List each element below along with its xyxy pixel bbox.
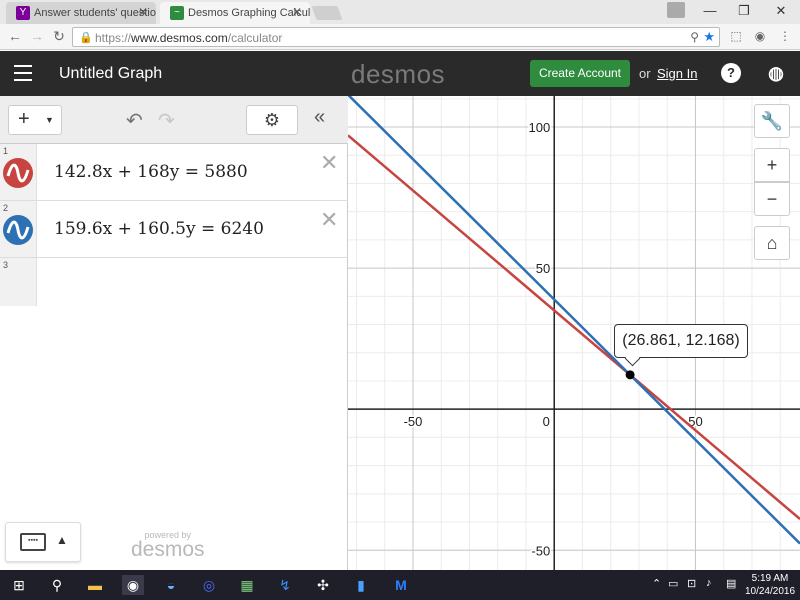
expression-index: 2 — [3, 203, 9, 213]
app-icon-1[interactable]: ◒ — [160, 575, 182, 595]
delete-expression-icon[interactable]: ✕ — [320, 150, 338, 176]
yahoo-answers-icon: Y — [16, 6, 30, 20]
collapse-panel-icon[interactable]: « — [314, 106, 325, 129]
add-item-button[interactable]: + ▼ — [8, 105, 62, 135]
browser-tab-answers[interactable]: Y Answer students' questio ✕ — [6, 2, 156, 24]
expression-row-1[interactable]: 1 142.8x + 168y = 5880 ✕ — [0, 144, 348, 201]
expression-gutter: 3 — [0, 258, 37, 306]
redo-icon[interactable]: ↷ — [158, 108, 175, 133]
browser-tab-desmos[interactable]: ~ Desmos Graphing Calcul ✕ — [160, 2, 310, 24]
or-text: or — [639, 66, 651, 81]
search-icon[interactable]: ⚲ — [46, 575, 68, 595]
extension-eye-icon[interactable]: ◉ — [752, 29, 768, 45]
app-icon-6[interactable]: ▮ — [350, 575, 372, 595]
app-icon-2[interactable]: ◎ — [198, 575, 220, 595]
expression-gutter: 1 — [0, 144, 37, 200]
home-icon[interactable]: ⌂ — [754, 226, 790, 260]
browser-toolbar: ← → ↻ 🔒 https://www.desmos.com/calculato… — [0, 24, 800, 50]
desmos-logo: desmos — [351, 59, 446, 89]
graph-toggle-icon[interactable] — [3, 215, 33, 245]
restore-icon[interactable]: ❐ — [727, 0, 761, 22]
graph-toggle-icon[interactable] — [3, 158, 33, 188]
expression-index: 1 — [3, 146, 9, 156]
chrome-icon[interactable]: ◉ — [122, 575, 144, 595]
sign-in-link[interactable]: Sign In — [657, 66, 697, 81]
url-host: www.desmos.com — [131, 31, 228, 45]
expression-index: 3 — [3, 260, 9, 270]
close-tab-icon[interactable]: ✕ — [292, 5, 302, 19]
help-icon[interactable]: ? — [721, 63, 741, 83]
x-tick-label: 0 — [543, 414, 550, 429]
desmos-icon: ~ — [170, 6, 184, 20]
file-explorer-icon[interactable]: ▬ — [84, 575, 106, 595]
expression-latex[interactable]: 142.8x + 168y = 5880 — [54, 162, 248, 182]
expression-row-3[interactable]: 3 — [0, 258, 348, 306]
undo-icon[interactable]: ↶ — [126, 108, 143, 133]
windows-taskbar: ⊞ ⚲ ▬ ◉ ◒ ◎ ▦ ↯ ✣ ▮ M ⌃ ▭ ⊡ ♪ ▤ 5:19 AM … — [0, 570, 800, 600]
url-scheme: https:// — [95, 31, 132, 45]
url-path: /calculator — [227, 31, 283, 45]
windows-start-icon[interactable]: ⊞ — [8, 575, 30, 595]
settings-gear-icon[interactable]: ⚙ — [246, 105, 298, 135]
globe-icon[interactable]: ◍ — [766, 63, 786, 83]
hamburger-menu-icon[interactable] — [14, 65, 32, 81]
desmos-header: Untitled Graph desmos Create Account or … — [0, 51, 800, 96]
y-tick-label: 50 — [536, 261, 550, 276]
close-tab-icon[interactable]: ✕ — [138, 5, 148, 19]
taskbar-clock[interactable]: 5:19 AM 10/24/2016 — [744, 572, 796, 598]
zoom-in-button[interactable]: + — [754, 148, 790, 182]
tray-notification-icon[interactable]: ▤ — [726, 577, 736, 590]
powered-by-desmos[interactable]: powered by desmos — [131, 530, 205, 562]
minimize-icon[interactable]: — — [693, 0, 727, 22]
close-window-icon[interactable]: ✕ — [764, 0, 798, 22]
zoom-icon[interactable]: ⚲ — [690, 30, 699, 44]
y-tick-label: 100 — [529, 120, 551, 135]
new-tab-button[interactable] — [311, 6, 343, 20]
zoom-out-button[interactable]: − — [754, 182, 790, 216]
bookmark-star-icon[interactable]: ★ — [703, 29, 715, 45]
clock-date: 10/24/2016 — [744, 586, 796, 597]
intersection-point — [625, 370, 635, 380]
expression-latex[interactable]: 159.6x + 160.5y = 6240 — [54, 219, 264, 239]
tray-battery-icon[interactable]: ▭ — [668, 577, 678, 590]
forward-arrow-icon[interactable]: → — [28, 28, 46, 44]
graph-title[interactable]: Untitled Graph — [59, 65, 162, 83]
caret-down-icon: ▼ — [45, 115, 54, 125]
delete-expression-icon[interactable]: ✕ — [320, 207, 338, 233]
expression-toolbar: + ▼ ↶ ↷ ⚙ « — [0, 96, 348, 144]
lock-icon: 🔒 — [79, 32, 93, 44]
app-icon-4[interactable]: ↯ — [274, 575, 296, 595]
expression-panel: + ▼ ↶ ↷ ⚙ « 1 142.8x + 168y = 5880 ✕ 2 15… — [0, 96, 348, 570]
x-tick-label: -50 — [404, 414, 423, 429]
expression-row-2[interactable]: 2 159.6x + 160.5y = 6240 ✕ — [0, 201, 348, 258]
keyboard-icon: ▪▪▪▪ — [20, 533, 46, 551]
y-tick-label: -50 — [531, 543, 550, 558]
app-icon-3[interactable]: ▦ — [236, 575, 258, 595]
tray-volume-icon[interactable]: ♪ — [706, 577, 712, 589]
clock-time: 5:19 AM — [751, 573, 789, 584]
reload-icon[interactable]: ↻ — [50, 28, 68, 45]
browser-menu-icon[interactable]: ⋮ — [777, 29, 793, 45]
address-bar[interactable]: 🔒 https://www.desmos.com/calculator ⚲ ★ — [72, 27, 720, 47]
tray-network-icon[interactable]: ⊡ — [687, 577, 696, 590]
expression-gutter: 2 — [0, 201, 37, 257]
app-icon-5[interactable]: ✣ — [312, 575, 334, 595]
create-account-button[interactable]: Create Account — [530, 60, 630, 87]
back-arrow-icon[interactable]: ← — [6, 28, 24, 44]
graph-settings-wrench-icon[interactable]: 🔧 — [754, 104, 790, 138]
extension-icon[interactable]: ⬚ — [728, 29, 744, 45]
user-profile-icon[interactable] — [667, 2, 685, 18]
app-icon-7[interactable]: M — [390, 575, 412, 595]
caret-up-icon: ▲ — [56, 533, 68, 547]
graph-line-2 — [348, 96, 800, 545]
keypad-toggle-button[interactable]: ▪▪▪▪ ▲ — [5, 522, 81, 562]
browser-tab-strip: Y Answer students' questio ✕ ~ Desmos Gr… — [0, 0, 800, 24]
tray-chevron-icon[interactable]: ⌃ — [652, 577, 661, 590]
powered-by-brand: desmos — [131, 538, 205, 561]
intersection-label[interactable]: (26.861, 12.168) — [614, 324, 748, 358]
